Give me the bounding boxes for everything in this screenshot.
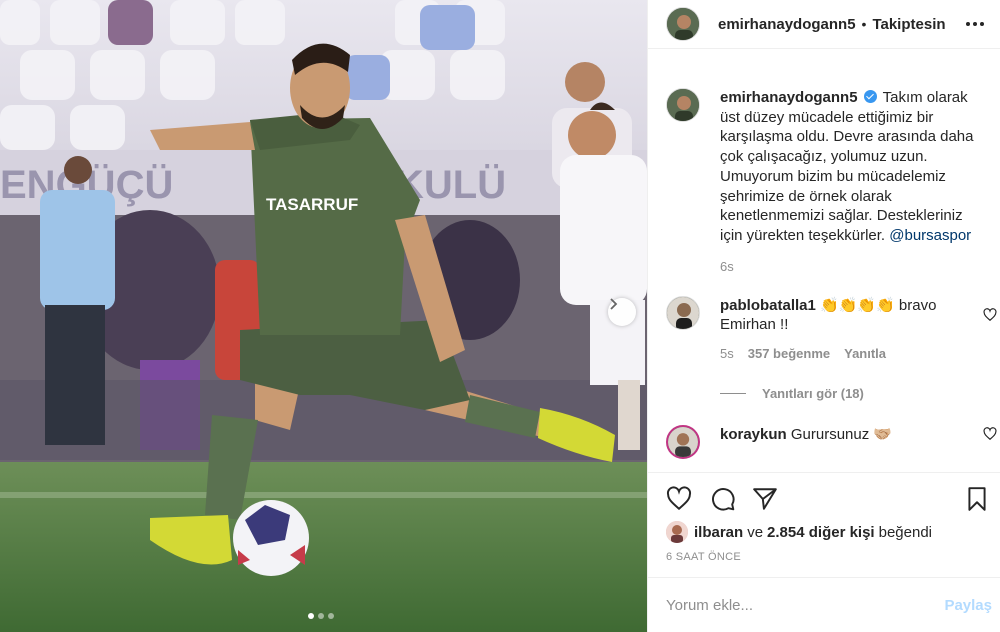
caption: emirhanaydogann5 Takım olarak üst düzey … — [648, 88, 1000, 274]
likes-count[interactable]: 2.854 diğer kişi — [767, 524, 875, 541]
comment: pablobatalla1 👏👏👏👏 bravo Emirhan !! 5s 3… — [648, 295, 1000, 361]
comment-text-block: koraykun Gurursunuz 🤝🏼 — [720, 425, 982, 445]
post-side-panel: emirhanaydogann5 • Takiptesin emirhanayd… — [647, 0, 1000, 632]
post-photo[interactable]: ENGÜÇÜ KULÜ TASARRUF — [0, 0, 647, 632]
comments-list[interactable]: emirhanaydogann5 Takım olarak üst düzey … — [648, 63, 1000, 471]
user-avatar-image — [667, 8, 699, 40]
caption-username[interactable]: emirhanaydogann5 — [720, 89, 858, 106]
post-actions — [648, 472, 1000, 512]
user-avatar-image — [667, 89, 699, 121]
likes-connector: ve — [747, 523, 764, 541]
add-comment-bar: Paylaş — [648, 577, 1000, 632]
divider-line — [720, 393, 746, 395]
comment-text: Gurursunuz 🤝🏼 — [790, 426, 893, 444]
user-avatar-image — [667, 296, 699, 329]
caption-text: Takım olarak üst düzey mücadele ettiğimi… — [720, 89, 974, 244]
comment-likes-count[interactable]: 357 beğenme — [748, 346, 830, 361]
avatar[interactable] — [666, 295, 700, 330]
post-comment-button[interactable]: Paylaş — [944, 597, 992, 614]
like-comment-heart-icon[interactable] — [983, 307, 997, 322]
carousel-dot[interactable] — [308, 613, 314, 619]
comment-input[interactable] — [666, 596, 945, 614]
comment-meta: 5s 357 beğenme Yanıtla — [720, 346, 982, 361]
like-comment-heart-icon[interactable] — [983, 427, 997, 441]
user-avatar-image — [666, 521, 688, 543]
carousel-dots — [308, 613, 334, 619]
verified-badge-icon — [863, 90, 877, 103]
caption-time[interactable]: 6s — [720, 259, 734, 274]
bookmark-icon[interactable] — [964, 486, 990, 512]
likes-summary: ilbaran ve 2.854 diğer kişi beğendi — [666, 521, 990, 543]
heart-icon[interactable] — [666, 486, 692, 512]
avatar[interactable] — [666, 7, 700, 41]
liker-username[interactable]: ilbaran — [694, 524, 743, 541]
following-button[interactable]: Takiptesin — [872, 16, 945, 33]
comment-username[interactable]: koraykun — [720, 426, 787, 443]
user-avatar-image — [668, 427, 698, 458]
mention-link[interactable]: @bursaspor — [889, 227, 971, 244]
post-header: emirhanaydogann5 • Takiptesin — [648, 0, 1000, 49]
share-icon[interactable] — [752, 486, 778, 512]
carousel-next-button[interactable] — [608, 298, 636, 326]
football-player-photo: ENGÜÇÜ KULÜ TASARRUF — [0, 0, 647, 632]
chevron-right-icon — [610, 298, 618, 310]
comment-text-block: pablobatalla1 👏👏👏👏 bravo Emirhan !! — [720, 296, 982, 335]
comment-time[interactable]: 5s — [720, 346, 734, 361]
caption-meta: 6s — [720, 259, 982, 274]
comment-icon[interactable] — [710, 486, 736, 512]
header-separator: • — [861, 16, 867, 32]
comment-username[interactable]: pablobatalla1 — [720, 297, 816, 314]
carousel-dot[interactable] — [318, 613, 324, 619]
reply-button[interactable]: Yanıtla — [844, 346, 886, 361]
view-replies-button[interactable]: Yanıtları gör (18) — [720, 386, 1000, 401]
avatar[interactable] — [666, 521, 688, 543]
more-options-icon[interactable] — [966, 17, 986, 31]
header-username[interactable]: emirhanaydogann5 — [718, 16, 856, 33]
avatar[interactable] — [666, 425, 700, 460]
caption-text-block: emirhanaydogann5 Takım olarak üst düzey … — [720, 88, 982, 246]
carousel-dot[interactable] — [328, 613, 334, 619]
avatar[interactable] — [666, 88, 700, 122]
post-time[interactable]: 6 SAAT ÖNCE — [666, 551, 741, 563]
svg-text:TASARRUF: TASARRUF — [266, 195, 358, 214]
comment: koraykun Gurursunuz 🤝🏼 — [648, 425, 1000, 460]
view-replies-label: Yanıtları gör (18) — [762, 386, 864, 402]
likes-suffix: beğendi — [878, 523, 932, 541]
